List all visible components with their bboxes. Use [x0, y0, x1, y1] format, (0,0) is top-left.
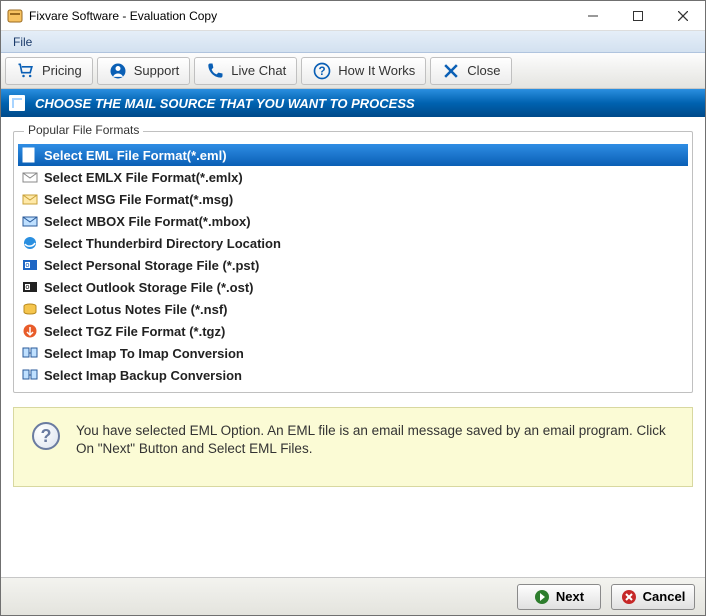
format-item[interactable]: Select EML File Format(*.eml) [18, 144, 688, 166]
cart-icon [16, 61, 36, 81]
menu-file[interactable]: File [5, 33, 40, 51]
formats-group: Popular File Formats Select EML File For… [13, 131, 693, 393]
section-header: CHOOSE THE MAIL SOURCE THAT YOU WANT TO … [1, 89, 705, 117]
support-label: Support [134, 63, 180, 78]
nsf-icon [22, 301, 38, 317]
app-icon [7, 8, 23, 24]
format-item-label: Select Lotus Notes File (*.nsf) [44, 302, 227, 317]
minimize-button[interactable] [570, 1, 615, 30]
cancel-button[interactable]: Cancel [611, 584, 695, 610]
format-item[interactable]: Select EMLX File Format(*.emlx) [18, 166, 688, 188]
bottom-bar: Next Cancel [1, 577, 705, 615]
svg-text:O: O [26, 263, 30, 269]
howitworks-label: How It Works [338, 63, 415, 78]
format-item-label: Select Personal Storage File (*.pst) [44, 258, 259, 273]
support-button[interactable]: Support [97, 57, 191, 85]
cancel-icon [621, 589, 637, 605]
format-item[interactable]: Select Thunderbird Directory Location [18, 232, 688, 254]
close-label: Close [467, 63, 500, 78]
toolbar: Pricing Support Live Chat ? How It Works… [1, 53, 705, 89]
pricing-button[interactable]: Pricing [5, 57, 93, 85]
format-item[interactable]: Select Imap Backup Conversion [18, 364, 688, 386]
info-icon: ? [32, 422, 60, 450]
livechat-button[interactable]: Live Chat [194, 57, 297, 85]
document-icon [9, 95, 25, 111]
menu-bar: File [1, 31, 705, 53]
main-panel: Popular File Formats Select EML File For… [1, 117, 705, 577]
app-window: Fixvare Software - Evaluation Copy File … [0, 0, 706, 616]
format-item-label: Select Outlook Storage File (*.ost) [44, 280, 253, 295]
format-item-label: Select EML File Format(*.eml) [44, 148, 227, 163]
ost-icon: O [22, 279, 38, 295]
pricing-label: Pricing [42, 63, 82, 78]
imap-icon [22, 367, 38, 383]
cancel-label: Cancel [643, 589, 686, 604]
emlx-icon [22, 169, 38, 185]
format-item-label: Select Imap Backup Conversion [44, 368, 242, 383]
svg-text:O: O [26, 285, 30, 291]
howitworks-button[interactable]: ? How It Works [301, 57, 426, 85]
format-item[interactable]: Select Imap To Imap Conversion [18, 342, 688, 364]
svg-text:?: ? [319, 65, 326, 78]
section-header-text: CHOOSE THE MAIL SOURCE THAT YOU WANT TO … [35, 96, 415, 111]
phone-icon [205, 61, 225, 81]
format-item-label: Select Imap To Imap Conversion [44, 346, 244, 361]
info-text: You have selected EML Option. An EML fil… [76, 422, 674, 458]
imap-icon [22, 345, 38, 361]
close-button[interactable]: Close [430, 57, 511, 85]
format-item-label: Select MBOX File Format(*.mbox) [44, 214, 251, 229]
format-item[interactable]: O Select Personal Storage File (*.pst) [18, 254, 688, 276]
mbox-icon [22, 213, 38, 229]
close-icon [441, 61, 461, 81]
pst-icon: O [22, 257, 38, 273]
format-item-label: Select EMLX File Format(*.emlx) [44, 170, 243, 185]
arrow-right-icon [534, 589, 550, 605]
livechat-label: Live Chat [231, 63, 286, 78]
tgz-icon [22, 323, 38, 339]
format-item[interactable]: O Select Outlook Storage File (*.ost) [18, 276, 688, 298]
format-item[interactable]: Select Lotus Notes File (*.nsf) [18, 298, 688, 320]
format-list: Select EML File Format(*.eml) Select EMLX… [18, 144, 688, 386]
tb-icon [22, 235, 38, 251]
title-bar: Fixvare Software - Evaluation Copy [1, 1, 705, 31]
format-item[interactable]: Select TGZ File Format (*.tgz) [18, 320, 688, 342]
format-item-label: Select TGZ File Format (*.tgz) [44, 324, 225, 339]
window-title: Fixvare Software - Evaluation Copy [29, 9, 570, 23]
format-item[interactable]: Select MSG File Format(*.msg) [18, 188, 688, 210]
maximize-button[interactable] [615, 1, 660, 30]
support-icon [108, 61, 128, 81]
next-button[interactable]: Next [517, 584, 601, 610]
format-item-label: Select MSG File Format(*.msg) [44, 192, 233, 207]
window-controls [570, 1, 705, 30]
eml-icon [22, 147, 38, 163]
format-item-label: Select Thunderbird Directory Location [44, 236, 281, 251]
info-box: ? You have selected EML Option. An EML f… [13, 407, 693, 487]
formats-group-title: Popular File Formats [24, 123, 143, 137]
format-item[interactable]: Select MBOX File Format(*.mbox) [18, 210, 688, 232]
msg-icon [22, 191, 38, 207]
close-window-button[interactable] [660, 1, 705, 30]
question-icon: ? [312, 61, 332, 81]
next-label: Next [556, 589, 584, 604]
